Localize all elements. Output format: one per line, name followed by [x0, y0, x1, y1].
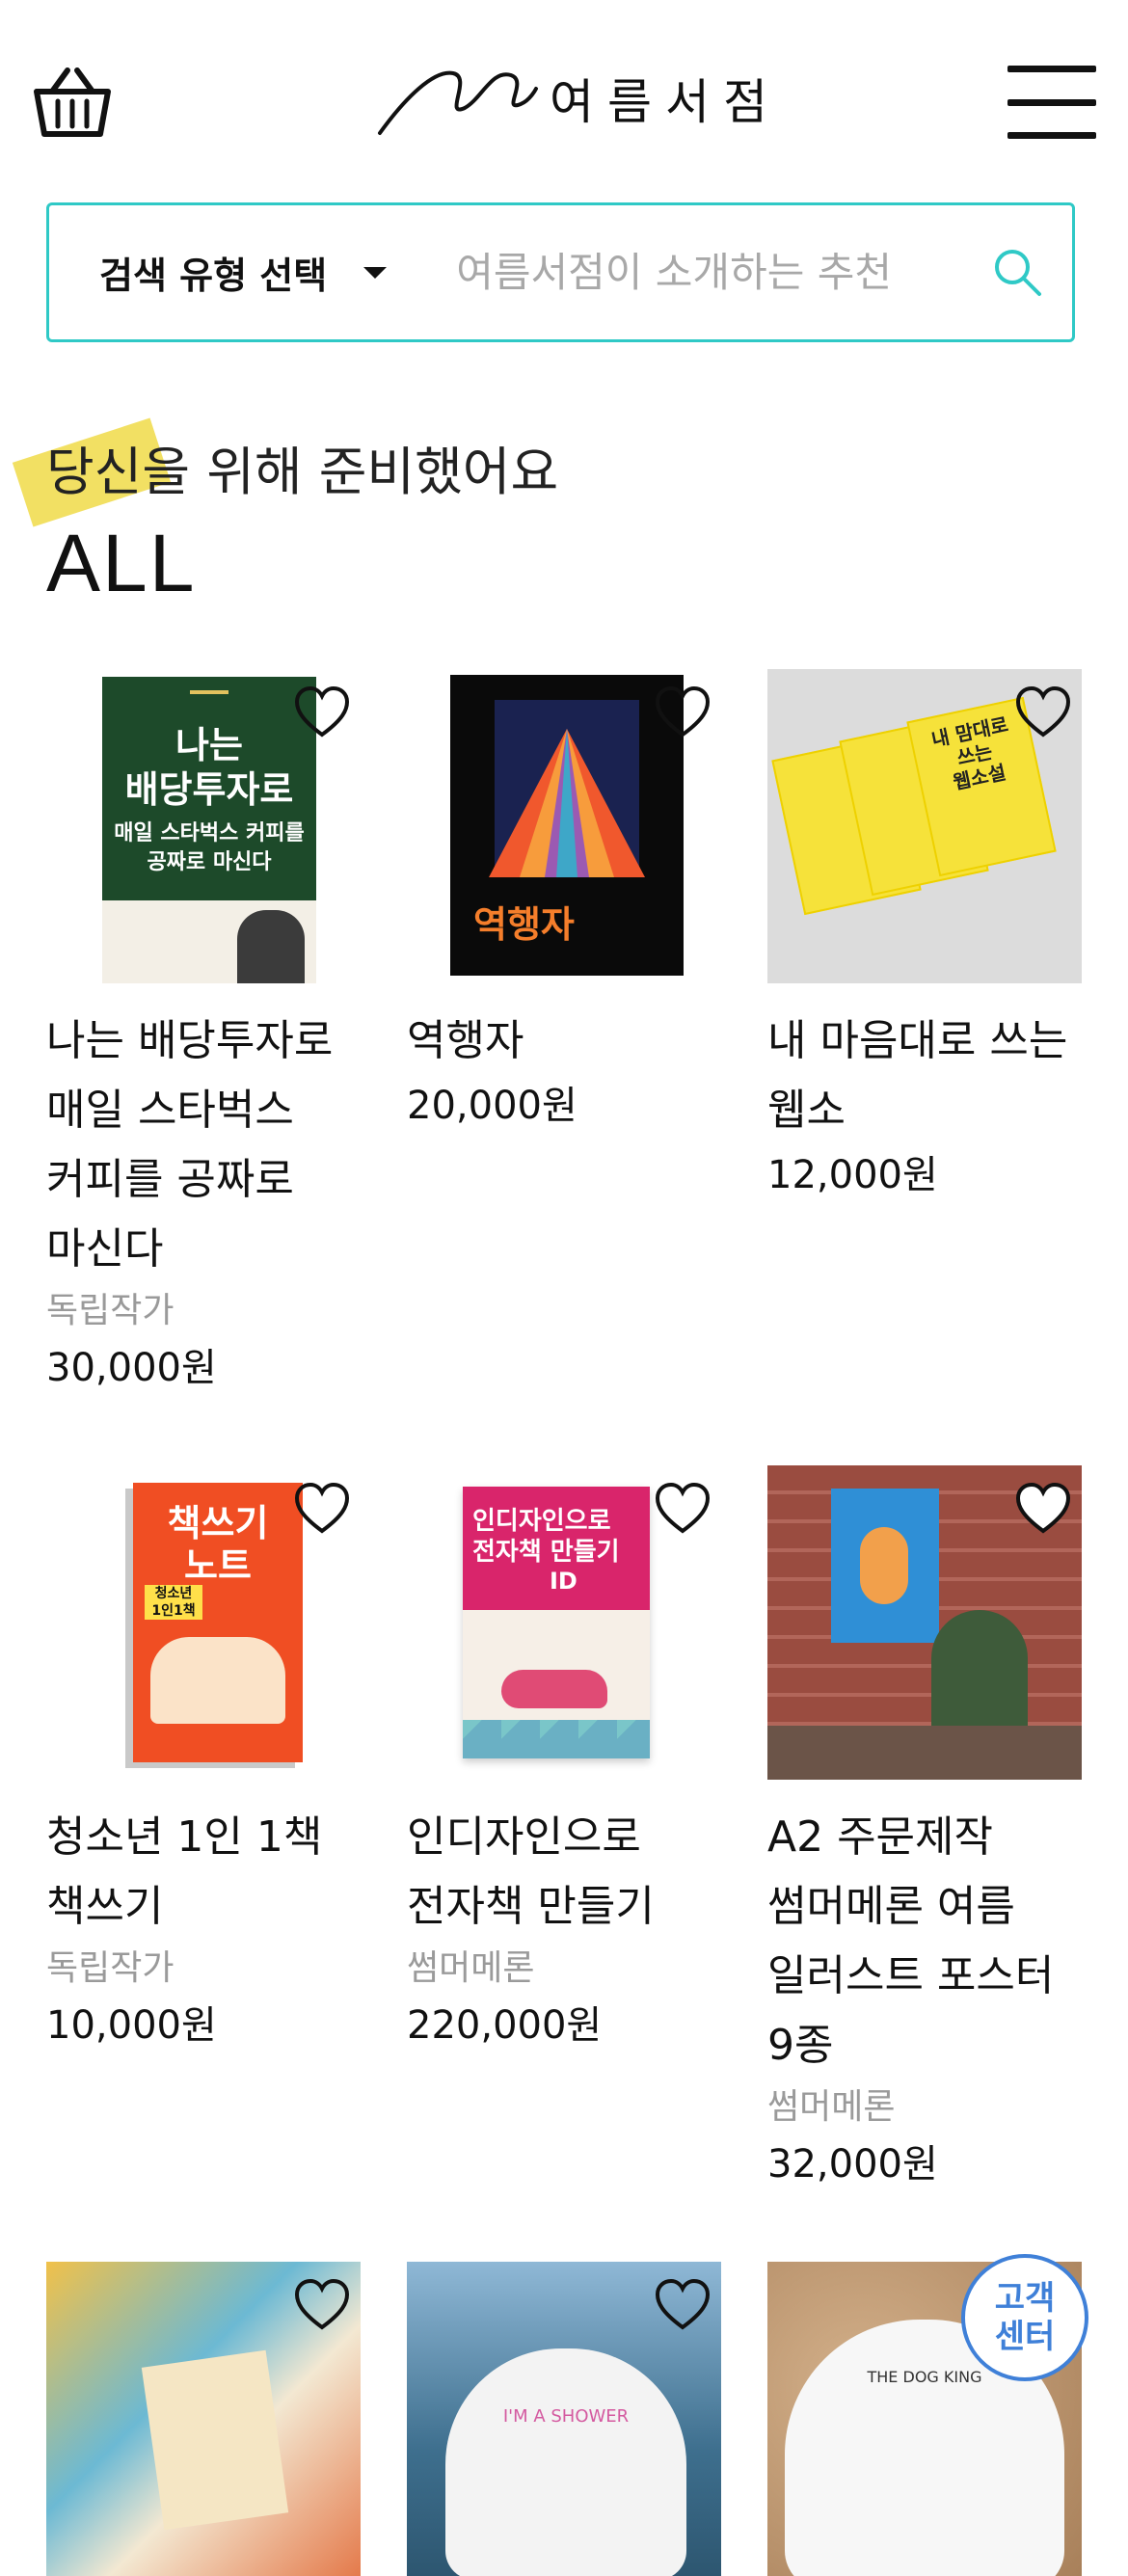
product-thumbnail[interactable]: 나는 배당투자로 매일 스타벅스 커피를 공짜로 마신다	[46, 669, 361, 983]
product-price: 220,000원	[407, 2003, 603, 2048]
product-card[interactable]: 내 맘대로 쓰는 웹소설 내 마음대로 쓰는 웹소 12,000원	[767, 669, 1082, 1398]
heart-icon[interactable]	[293, 1481, 351, 1535]
book-cover-band: 인디자인으로 전자책 만들기 ID	[463, 1487, 650, 1610]
product-thumbnail[interactable]	[46, 2262, 361, 2576]
shelf	[767, 1726, 1082, 1780]
illustration-card	[141, 2349, 289, 2531]
product-name[interactable]: 내 마음대로 쓰는 웹소	[767, 1006, 1082, 1145]
product-grid: 나는 배당투자로 매일 스타벅스 커피를 공짜로 마신다 나는 배당투자로 매일…	[46, 669, 1082, 2576]
product-price: 32,000원	[767, 2142, 938, 2187]
product-name[interactable]: A2 주문제작 썸머메론 여름 일러스트 포스터 9종	[767, 1803, 1082, 2080]
product-price: 12,000원	[767, 1153, 938, 1197]
product-card[interactable]: 나는 배당투자로 매일 스타벅스 커피를 공짜로 마신다 나는 배당투자로 매일…	[46, 669, 361, 1398]
swim-cap-print: I'M A SHOWER	[502, 2406, 630, 2427]
writing-note-book-cover: 책쓰기 노트 청소년 1인1책	[133, 1483, 303, 1762]
book-pyramid-art	[489, 700, 645, 877]
search-type-dropdown[interactable]: 검색 유형 선택	[99, 246, 388, 299]
customer-center-button[interactable]: 고객 센터	[961, 2254, 1088, 2381]
product-price: 30,000원	[46, 1346, 217, 1390]
search-input[interactable]	[454, 248, 893, 297]
indesign-book-cover: 인디자인으로 전자책 만들기 ID	[463, 1487, 650, 1758]
basket-icon[interactable]	[29, 63, 116, 140]
product-name[interactable]: 인디자인으로 전자책 만들기	[407, 1803, 721, 1942]
product-thumbnail[interactable]: 책쓰기 노트 청소년 1인1책	[46, 1465, 361, 1780]
product-thumbnail[interactable]: I'M A SHOWER	[407, 2262, 721, 2576]
product-card[interactable]: 역행자 역행자 20,000원	[407, 669, 721, 1398]
heart-icon[interactable]	[654, 1481, 712, 1535]
heart-icon[interactable]	[293, 684, 351, 738]
book-cover-badge: 청소년 1인1책	[145, 1585, 202, 1620]
poster-figure	[860, 1527, 908, 1604]
search-bar: 검색 유형 선택	[46, 202, 1075, 342]
search-type-label: 검색 유형 선택	[99, 255, 328, 297]
swim-cap: I'M A SHOWER	[445, 2348, 686, 2576]
product-row: 나는 배당투자로 매일 스타벅스 커피를 공짜로 마신다 나는 배당투자로 매일…	[46, 669, 1082, 1398]
product-row: 책쓰기 노트 청소년 1인1책 청소년 1인 1책 책쓰기 독립작가 10,00…	[46, 1465, 1082, 2194]
book-cover-id: ID	[550, 1568, 577, 1595]
app-header: 여름서점	[0, 0, 1128, 193]
book-whale-illustration	[501, 1670, 607, 1708]
product-card[interactable]: I'M A SHOWER	[407, 2262, 721, 2576]
book-crown-icon	[190, 690, 228, 704]
product-card[interactable]: 인디자인으로 전자책 만들기 ID 인디자인으로 전자책 만들기 썸머메론 22…	[407, 1465, 721, 2194]
product-card[interactable]: A2 주문제작 썸머메론 여름 일러스트 포스터 9종 썸머메론 32,000원	[767, 1465, 1082, 2194]
heart-icon[interactable]	[654, 2277, 712, 2331]
book-cover-title: 나는 배당투자로	[124, 724, 294, 811]
hamburger-menu-icon[interactable]	[1007, 66, 1096, 139]
section-title: ALL	[46, 518, 197, 608]
book-cover-title: 인디자인으로 전자책 만들기	[472, 1507, 620, 1567]
product-name[interactable]: 역행자	[407, 1006, 721, 1076]
section-subtitle: 당신을 위해 준비했어요	[46, 442, 559, 502]
heart-icon[interactable]	[654, 684, 712, 738]
logo[interactable]: 여름서점	[376, 60, 781, 137]
product-name[interactable]: 나는 배당투자로 매일 스타벅스 커피를 공짜로 마신다	[46, 1006, 361, 1284]
product-thumbnail[interactable]: 내 맘대로 쓰는 웹소설	[767, 669, 1082, 983]
book-cover-lower	[102, 900, 316, 983]
logo-text: 여름서점	[550, 74, 781, 130]
product-thumbnail[interactable]: 인디자인으로 전자책 만들기 ID	[407, 1465, 721, 1780]
book-cover-title: 책쓰기 노트	[167, 1502, 269, 1587]
book-cover-title: 역행자	[473, 903, 575, 946]
section-header: 당신을 위해 준비했어요 ALL	[12, 417, 559, 610]
product-seller: 썸머메론	[767, 2087, 896, 2127]
product-row: I'M A SHOWER THE DOG KING	[46, 2262, 1082, 2576]
heart-icon[interactable]	[1014, 684, 1072, 738]
product-card[interactable]: 책쓰기 노트 청소년 1인1책 청소년 1인 1책 책쓰기 독립작가 10,00…	[46, 1465, 361, 2194]
logo-signature-icon	[378, 70, 538, 135]
product-card[interactable]	[46, 2262, 361, 2576]
product-seller: 썸머메론	[407, 1948, 535, 1988]
heart-icon[interactable]	[293, 2277, 351, 2331]
plant-pot	[931, 1610, 1028, 1726]
book-cover-subtitle: 매일 스타벅스 커피를 공짜로 마신다	[114, 821, 305, 874]
product-seller: 독립작가	[46, 1291, 175, 1330]
product-thumbnail[interactable]	[767, 1465, 1082, 1780]
product-price: 20,000원	[407, 1084, 577, 1128]
reverse-book-cover: 역행자	[450, 675, 684, 976]
product-seller: 독립작가	[46, 1948, 175, 1988]
product-price: 10,000원	[46, 2003, 217, 2048]
search-icon[interactable]	[991, 246, 1043, 298]
poster-artwork	[831, 1489, 939, 1643]
caret-down-icon	[363, 266, 388, 279]
dividend-book-cover: 나는 배당투자로 매일 스타벅스 커피를 공짜로 마신다	[102, 677, 316, 983]
product-thumbnail[interactable]: 역행자	[407, 669, 721, 983]
heart-icon[interactable]	[1014, 1481, 1072, 1535]
author-photo	[237, 910, 305, 983]
book-mountains	[463, 1720, 650, 1758]
book-kids-illustration	[150, 1637, 285, 1724]
product-name[interactable]: 청소년 1인 1책 책쓰기	[46, 1803, 361, 1942]
